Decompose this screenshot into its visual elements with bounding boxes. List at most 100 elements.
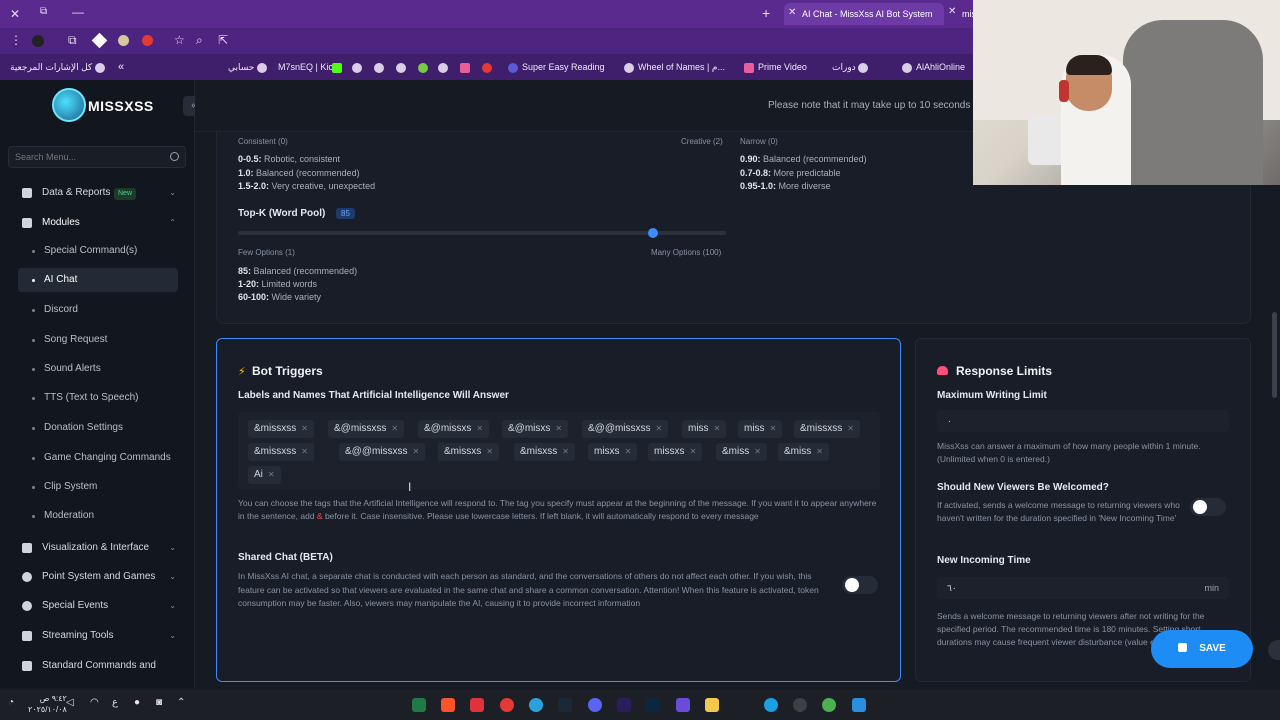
bookmark-item[interactable]: دورات [832, 54, 872, 80]
nav-clip-system[interactable]: Clip System [18, 475, 178, 499]
tab-active[interactable]: ✕ AI Chat - MissXss AI Bot System [784, 3, 944, 25]
tag-chip[interactable]: &missxss ✕ [248, 443, 314, 461]
remove-tag-icon[interactable]: ✕ [562, 447, 569, 456]
file-explorer-icon[interactable] [705, 698, 719, 712]
minimize-icon[interactable]: — [72, 5, 84, 19]
remove-tag-icon[interactable]: ✕ [301, 447, 308, 456]
search-icon[interactable] [170, 152, 179, 161]
new-tab-icon[interactable]: + [762, 5, 770, 21]
globe-icon[interactable] [438, 54, 452, 80]
tray-up-icon[interactable]: ⌃ [177, 697, 185, 708]
nav-data-reports[interactable]: Data & Reports New ⌄ [18, 181, 178, 205]
tag-chip[interactable]: &@misxs ✕ [502, 420, 569, 438]
notification-icon[interactable]: ◔ [8, 697, 14, 708]
nav-discord[interactable]: Discord [18, 298, 178, 322]
nav-visualization[interactable]: Visualization & Interface ⌄ [18, 536, 178, 560]
tag-chip[interactable]: &@missxss ✕ [328, 420, 405, 438]
close-tab-icon[interactable]: ✕ [788, 7, 796, 18]
tag-chip[interactable]: misxs ✕ [588, 443, 638, 461]
nav-moderation[interactable]: Moderation [18, 504, 178, 528]
remove-tag-icon[interactable]: ✕ [486, 447, 493, 456]
globe-icon[interactable] [482, 54, 496, 80]
tag-chip[interactable]: &@@missxss ✕ [582, 420, 669, 438]
steam-icon[interactable] [558, 698, 572, 712]
search-input[interactable] [9, 147, 159, 167]
nav-special-events[interactable]: Special Events ⌄ [18, 594, 178, 618]
photoshop-icon[interactable] [646, 698, 660, 712]
nav-point-system[interactable]: Point System and Games ⌄ [18, 565, 178, 589]
premiere-icon[interactable] [617, 698, 631, 712]
remove-tag-icon[interactable]: ✕ [816, 447, 823, 456]
extension-icon[interactable] [91, 32, 108, 49]
app-icon[interactable] [676, 698, 690, 712]
telegram-icon[interactable] [529, 698, 543, 712]
remove-tag-icon[interactable]: ✕ [476, 424, 483, 433]
remove-tag-icon[interactable]: ✕ [301, 424, 308, 433]
nav-modules[interactable]: Modules ⌃ [18, 211, 178, 235]
extension-icon[interactable] [118, 35, 129, 46]
excel-icon[interactable] [412, 698, 426, 712]
nav-standard-commands[interactable]: Standard Commands and [18, 654, 178, 678]
remove-tag-icon[interactable]: ✕ [391, 424, 398, 433]
tag-chip[interactable]: miss ✕ [682, 420, 727, 438]
bookmark-item[interactable]: حسابي [228, 54, 271, 80]
brave-icon[interactable] [441, 698, 455, 712]
app-tray-icon[interactable]: ◙ [156, 697, 162, 708]
save-button[interactable]: SAVE [1151, 630, 1253, 668]
bookmark-item[interactable]: Wheel of Names | م... [624, 54, 725, 80]
language-icon[interactable]: ع [112, 697, 118, 708]
tag-chip[interactable]: &miss ✕ [716, 443, 767, 461]
remove-tag-icon[interactable]: ✕ [268, 470, 275, 479]
tag-chip[interactable]: Ai ✕ [248, 466, 281, 484]
share-icon[interactable]: ⇱ [218, 33, 228, 47]
extension-icon[interactable] [32, 35, 44, 47]
topk-slider-thumb[interactable] [647, 228, 658, 238]
tag-chip[interactable]: &missxs ✕ [438, 443, 499, 461]
bookmark-item[interactable]: Prime Video [744, 54, 807, 80]
tag-chip[interactable]: miss ✕ [738, 420, 783, 438]
tag-chip[interactable]: &@missxs ✕ [418, 420, 490, 438]
remove-tag-icon[interactable]: ✕ [555, 424, 562, 433]
max-writing-limit-input[interactable]: ٠ [937, 410, 1229, 432]
nav-sound-alerts[interactable]: Sound Alerts [18, 357, 178, 381]
bookmark-star-icon[interactable]: ☆ [174, 33, 185, 47]
wifi-icon[interactable]: ◠ [90, 697, 99, 708]
nav-game-changing[interactable]: Game Changing Commands [18, 446, 178, 470]
remove-tag-icon[interactable]: ✕ [847, 424, 854, 433]
tag-chip[interactable]: missxs ✕ [648, 443, 703, 461]
side-panel-toggle[interactable] [1268, 640, 1280, 660]
nav-ai-chat[interactable]: AI Chat [18, 268, 178, 292]
nav-donation-settings[interactable]: Donation Settings [18, 416, 178, 440]
app-icon[interactable] [500, 698, 514, 712]
globe-icon[interactable] [396, 54, 410, 80]
remove-tag-icon[interactable]: ✕ [413, 447, 420, 456]
remove-tag-icon[interactable]: ✕ [754, 447, 761, 456]
remove-tag-icon[interactable]: ✕ [714, 424, 721, 433]
remove-tag-icon[interactable]: ✕ [690, 447, 697, 456]
tab-search-icon[interactable]: ⧉ [40, 6, 47, 17]
volume-icon[interactable]: ◁ [66, 697, 74, 708]
remove-tag-icon[interactable]: ✕ [625, 447, 632, 456]
kick-icon[interactable] [332, 54, 346, 80]
edge-icon[interactable] [764, 698, 778, 712]
mic-icon[interactable]: ● [134, 697, 140, 708]
menu-icon[interactable]: ⋮ [10, 33, 22, 47]
search-menu[interactable] [8, 146, 186, 168]
windows-start-icon[interactable] [852, 698, 866, 712]
remove-tag-icon[interactable]: ✕ [656, 424, 663, 433]
extension-icon[interactable] [142, 35, 153, 46]
tag-chip[interactable]: &@@missxss ✕ [339, 443, 426, 461]
nav-song-request[interactable]: Song Request [18, 328, 178, 352]
globe-icon[interactable] [374, 54, 388, 80]
tag-chip[interactable]: &miss ✕ [778, 443, 829, 461]
new-incoming-time-input[interactable]: ٦٠ min [937, 577, 1229, 599]
tag-chip[interactable]: &missxss ✕ [794, 420, 860, 438]
tag-chip[interactable]: &missxss ✕ [248, 420, 314, 438]
scrollbar-thumb[interactable] [1272, 312, 1277, 398]
extensions-icon[interactable]: ⧉ [68, 33, 77, 48]
shared-chat-toggle[interactable] [842, 576, 878, 594]
close-window-icon[interactable]: ✕ [10, 7, 20, 21]
clock[interactable]: ٩:٤٢ ص ٢٠٢٥/١٠/٠٨ [28, 693, 67, 715]
tags-input[interactable]: &missxss ✕ &@missxss ✕ &@missxs ✕ &@misxs ✕ … [238, 412, 880, 490]
bookmark-item[interactable]: AlAhliOnline [902, 54, 965, 80]
